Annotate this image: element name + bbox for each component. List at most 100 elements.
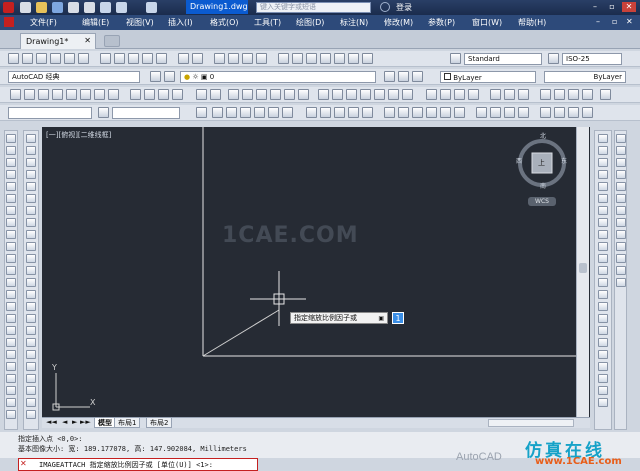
circle-icon[interactable] xyxy=(6,206,16,215)
ucs-icon[interactable] xyxy=(196,89,207,100)
copy-icon[interactable] xyxy=(114,53,125,64)
trim-icon[interactable] xyxy=(26,242,36,251)
dim-radius-icon[interactable] xyxy=(598,182,608,191)
dim-linear-icon[interactable] xyxy=(228,89,239,100)
pedit-icon[interactable] xyxy=(26,386,36,395)
remove-cv-icon[interactable] xyxy=(518,107,529,118)
match-properties-icon[interactable] xyxy=(142,53,153,64)
explode-icon[interactable] xyxy=(26,326,36,335)
dim-aligned-icon[interactable] xyxy=(598,146,608,155)
surface-trim-icon[interactable] xyxy=(440,107,451,118)
loft-icon[interactable] xyxy=(360,89,371,100)
rectangle-icon[interactable] xyxy=(6,182,16,191)
dynamic-input-field[interactable]: 1 xyxy=(392,312,404,324)
intersect-icon[interactable] xyxy=(454,89,465,100)
tab-nav-prev-icon[interactable]: ◄ xyxy=(62,418,67,426)
snap-midpoint-icon[interactable] xyxy=(616,146,626,155)
surface-extend-icon[interactable] xyxy=(454,107,465,118)
search-input[interactable]: 键入关键字或短语 xyxy=(256,2,371,13)
mesh-wedge-icon[interactable] xyxy=(268,107,279,118)
ellipse-arc-icon[interactable] xyxy=(6,254,16,263)
snap-nearest-icon[interactable] xyxy=(616,254,626,263)
presspull-icon[interactable] xyxy=(374,89,385,100)
vertical-scrollbar[interactable] xyxy=(576,127,589,417)
snap-node-icon[interactable] xyxy=(616,242,626,251)
compass-south[interactable]: 南 xyxy=(540,181,546,190)
surface-offset-icon[interactable] xyxy=(412,107,423,118)
copy-object-icon[interactable] xyxy=(26,146,36,155)
login-link[interactable]: 登录 xyxy=(396,2,412,13)
orbit-icon[interactable] xyxy=(540,89,551,100)
tab-layout2[interactable]: 布局2 xyxy=(146,418,173,428)
move-icon[interactable] xyxy=(26,194,36,203)
join-icon[interactable] xyxy=(26,278,36,287)
splinedit-icon[interactable] xyxy=(26,398,36,407)
new-icon[interactable] xyxy=(8,53,19,64)
menu-format[interactable]: 格式(O) xyxy=(210,17,239,28)
doc-minimize-button[interactable]: – xyxy=(596,17,600,26)
arc-icon[interactable] xyxy=(6,194,16,203)
chamfer-icon[interactable] xyxy=(26,290,36,299)
extrude-icon[interactable] xyxy=(318,89,329,100)
tab-model[interactable]: 模型 xyxy=(94,418,116,428)
zoom-realtime-icon[interactable] xyxy=(228,53,239,64)
publish-icon[interactable] xyxy=(78,53,89,64)
layer-isolate-icon[interactable] xyxy=(412,71,423,82)
design-center-icon[interactable] xyxy=(292,53,303,64)
center-mark-icon[interactable] xyxy=(598,302,608,311)
viewcube-top-label[interactable]: 上 xyxy=(538,158,545,168)
region-icon[interactable] xyxy=(6,326,16,335)
shaded-icon[interactable] xyxy=(172,89,183,100)
wipeout-icon[interactable] xyxy=(6,398,16,407)
cut-icon[interactable] xyxy=(100,53,111,64)
mtext-icon[interactable] xyxy=(6,350,16,359)
dim-linear-icon[interactable] xyxy=(598,134,608,143)
ellipse-icon[interactable] xyxy=(6,242,16,251)
stretch-icon[interactable] xyxy=(26,230,36,239)
quickcalc-icon[interactable] xyxy=(348,53,359,64)
planar-surface-icon[interactable] xyxy=(402,89,413,100)
revcloud-icon[interactable] xyxy=(6,218,16,227)
analysis-curvature-icon[interactable] xyxy=(554,107,565,118)
new-tab-button[interactable] xyxy=(104,35,120,47)
menu-file[interactable]: 文件(F) xyxy=(30,17,57,28)
preview-icon[interactable] xyxy=(64,53,75,64)
revolve-icon[interactable] xyxy=(332,89,343,100)
doc-close-button[interactable]: ✕ xyxy=(626,17,633,26)
dim-style-select[interactable]: ISO-25 xyxy=(562,53,622,65)
layer-properties-icon[interactable] xyxy=(150,71,161,82)
hatch-icon[interactable] xyxy=(6,302,16,311)
dim-style-icon[interactable] xyxy=(598,374,608,383)
workspace-icon[interactable] xyxy=(146,2,157,13)
pan-icon[interactable] xyxy=(214,53,225,64)
add-selected-icon[interactable] xyxy=(6,362,16,371)
add-cv-icon[interactable] xyxy=(504,107,515,118)
dim-diameter-icon[interactable] xyxy=(598,206,608,215)
free-orbit-icon[interactable] xyxy=(554,89,565,100)
iso-view-2-icon[interactable] xyxy=(108,89,119,100)
offset-icon[interactable] xyxy=(26,170,36,179)
wcs-menu[interactable]: WCS xyxy=(528,197,556,206)
linetype-select[interactable]: ByLayer xyxy=(544,71,626,83)
divide-icon[interactable] xyxy=(26,362,36,371)
command-close-icon[interactable]: ✕ xyxy=(20,459,27,468)
array-icon[interactable] xyxy=(26,182,36,191)
menu-view[interactable]: 视图(V) xyxy=(126,17,154,28)
iso-view-icon[interactable] xyxy=(94,89,105,100)
text-style-icon[interactable] xyxy=(450,53,461,64)
snap-endpoint-icon[interactable] xyxy=(616,134,626,143)
undo-icon[interactable] xyxy=(178,53,189,64)
menu-edit[interactable]: 编辑(E) xyxy=(82,17,109,28)
compass-east[interactable]: 东 xyxy=(561,156,567,165)
undo-icon[interactable] xyxy=(100,2,111,13)
help-icon[interactable] xyxy=(362,53,373,64)
tab-layout1[interactable]: 布局1 xyxy=(114,418,141,428)
print-icon[interactable] xyxy=(84,2,95,13)
properties-icon[interactable] xyxy=(278,53,289,64)
subtract-icon[interactable] xyxy=(440,89,451,100)
materials-icon[interactable] xyxy=(518,89,529,100)
render-icon[interactable] xyxy=(490,89,501,100)
minimize-button[interactable]: – xyxy=(588,2,602,12)
union-icon[interactable] xyxy=(426,89,437,100)
mesh-cylinder-icon[interactable] xyxy=(212,107,223,118)
